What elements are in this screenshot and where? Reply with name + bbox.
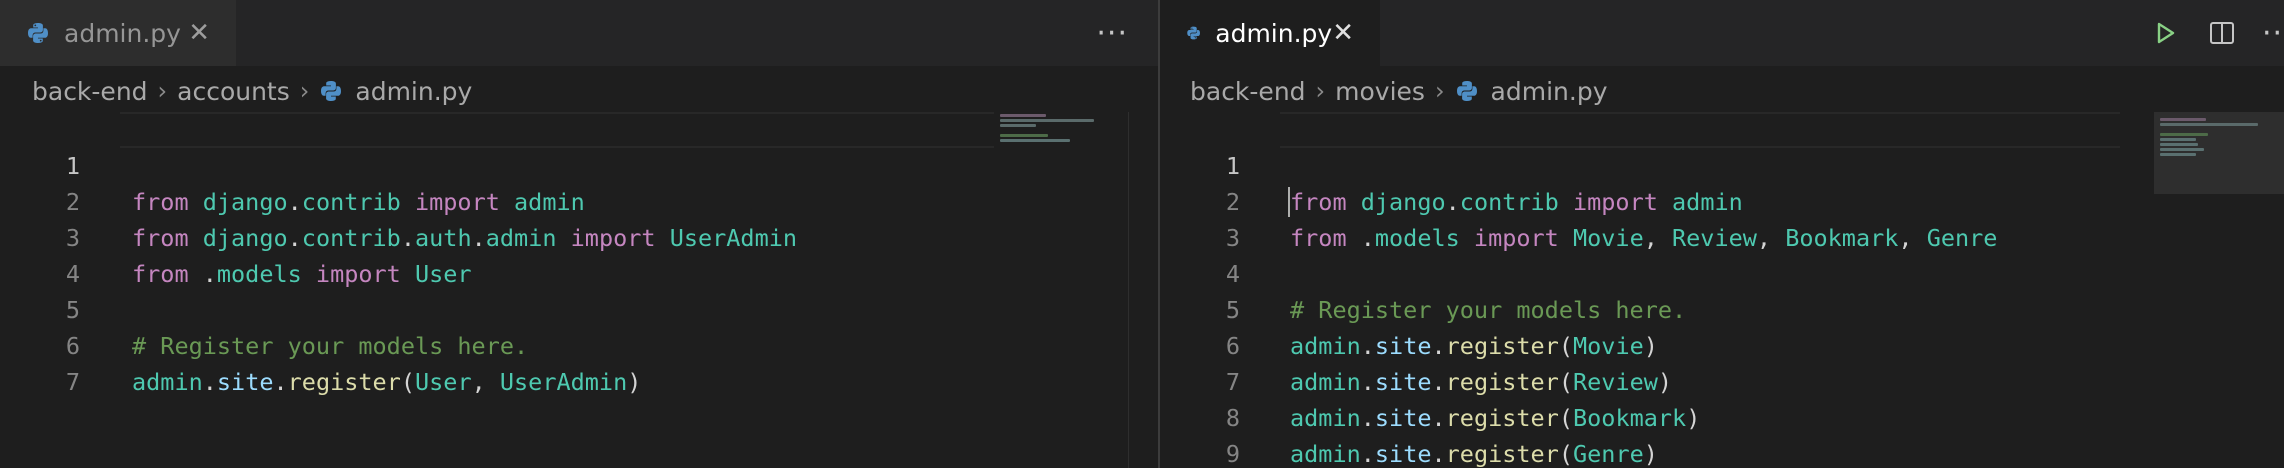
breadcrumb-item-back-end[interactable]: back-end	[32, 77, 148, 106]
python-file-icon	[28, 23, 48, 43]
close-icon[interactable]: ✕	[1332, 20, 1354, 46]
code-line[interactable]: 2 from .models import Movie, Review, Boo…	[1160, 148, 2284, 252]
chevron-right-icon: ›	[1315, 77, 1326, 105]
run-icon[interactable]	[2152, 20, 2178, 46]
code-line[interactable]: 3 from .models import User	[0, 184, 1158, 288]
scrollbar-track[interactable]	[1128, 112, 1129, 468]
breadcrumb: back-end › movies › admin.py	[1190, 68, 1608, 114]
code-line[interactable]: 8 admin.site.register(Genre)	[1160, 364, 2284, 468]
tab-bar: admin.py ✕ ···	[0, 0, 1158, 66]
line-number: 7	[65, 368, 80, 396]
code-editor[interactable]: 1 from django.contrib import admin 2 fro…	[1160, 112, 2284, 468]
code-line[interactable]: 2 from django.contrib.auth.admin import …	[0, 148, 1158, 252]
code-line[interactable]: 3	[1160, 184, 2284, 252]
tab-label: admin.py	[64, 18, 181, 48]
breadcrumb-item-accounts[interactable]: accounts	[177, 77, 290, 106]
code-line[interactable]: 1 from django.contrib import admin	[0, 112, 1158, 216]
chevron-right-icon: ›	[299, 77, 310, 105]
breadcrumb-item-file[interactable]: admin.py	[1491, 77, 1608, 106]
code-line[interactable]: 1 from django.contrib import admin	[1160, 112, 2284, 217]
code-line[interactable]: 7	[0, 328, 1158, 396]
breadcrumb: back-end › accounts › admin.py	[32, 68, 472, 114]
code-text: admin.site.register(Genre)	[1290, 440, 1658, 468]
editor-group-right: admin.py ✕ ··· back-end › movies › admin…	[1160, 0, 2284, 468]
code-line[interactable]: 5 # Register your models here.	[0, 256, 1158, 360]
python-file-icon	[1456, 81, 1477, 101]
code-line[interactable]: 4	[0, 220, 1158, 288]
breadcrumb-item-movies[interactable]: movies	[1335, 77, 1425, 106]
more-actions-icon[interactable]: ···	[2262, 16, 2284, 51]
breadcrumb-item-back-end[interactable]: back-end	[1190, 77, 1306, 106]
tab-bar: admin.py ✕ ···	[1160, 0, 2284, 66]
code-line[interactable]: 6 admin.site.register(Review)	[1160, 292, 2284, 396]
split-editor-icon[interactable]	[2208, 20, 2236, 46]
chevron-right-icon: ›	[1434, 77, 1445, 105]
python-file-icon	[1187, 26, 1200, 40]
editor-actions: ···	[2152, 0, 2284, 66]
line-number: 9	[1225, 440, 1240, 468]
code-line[interactable]: 9	[1160, 400, 2284, 468]
chevron-right-icon: ›	[157, 77, 168, 105]
code-editor[interactable]: 1 from django.contrib import admin 2 fro…	[0, 112, 1158, 468]
close-icon[interactable]: ✕	[188, 20, 210, 46]
tab-label: admin.py	[1215, 18, 1333, 48]
code-line[interactable]: 6 admin.site.register(User, UserAdmin)	[0, 292, 1158, 396]
code-line[interactable]: 5 admin.site.register(Movie)	[1160, 256, 2284, 360]
editor-group-left: admin.py ✕ ··· back-end › accounts › adm…	[0, 0, 1158, 468]
code-line[interactable]: 7 admin.site.register(Bookmark)	[1160, 328, 2284, 432]
editor-actions: ···	[1096, 0, 1128, 66]
minimap[interactable]	[1000, 112, 1110, 192]
code-line[interactable]: 4 # Register your models here.	[1160, 220, 2284, 324]
minimap[interactable]	[2154, 112, 2284, 194]
tab-admin-py-movies[interactable]: admin.py ✕	[1160, 0, 1380, 66]
breadcrumb-item-file[interactable]: admin.py	[355, 77, 472, 106]
code-text: admin.site.register(User, UserAdmin)	[132, 368, 642, 396]
tab-admin-py-accounts[interactable]: admin.py ✕	[0, 0, 236, 66]
more-actions-icon[interactable]: ···	[1096, 16, 1128, 51]
python-file-icon	[321, 81, 342, 101]
